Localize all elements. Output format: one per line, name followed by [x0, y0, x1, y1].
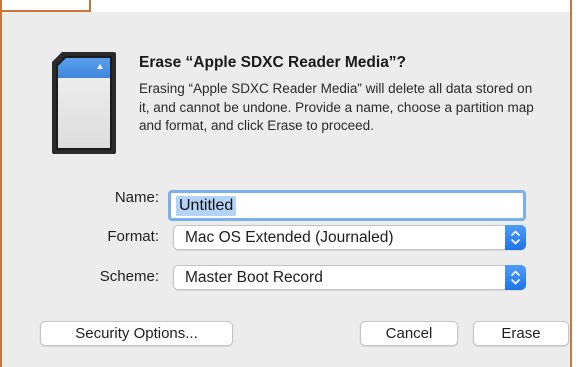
security-options-button[interactable]: Security Options...: [40, 321, 233, 346]
scheme-updown-icon: [505, 265, 526, 290]
scheme-popup[interactable]: Master Boot Record: [173, 265, 526, 290]
frame-corner-tick: [89, 0, 91, 12]
format-value: Mac OS Extended (Journaled): [185, 229, 394, 246]
format-popup[interactable]: Mac OS Extended (Journaled): [173, 225, 526, 250]
sd-card-icon: [52, 52, 116, 154]
cancel-button[interactable]: Cancel: [360, 321, 458, 346]
scheme-value: Master Boot Record: [185, 269, 323, 286]
name-value: Untitled: [176, 196, 237, 216]
frame-right-border: [570, 0, 572, 367]
format-updown-icon: [505, 225, 526, 250]
erase-dialog: Erase “Apple SDXC Reader Media”? Erasing…: [2, 12, 570, 367]
name-label: Name:: [114, 189, 159, 206]
dialog-message: Erasing “Apple SDXC Reader Media” will d…: [139, 81, 534, 133]
format-label: Format:: [107, 228, 159, 245]
name-field[interactable]: Untitled: [168, 190, 526, 221]
scheme-label: Scheme:: [99, 268, 159, 285]
erase-button[interactable]: Erase: [473, 321, 569, 346]
dialog-title: Erase “Apple SDXC Reader Media”?: [139, 54, 407, 71]
